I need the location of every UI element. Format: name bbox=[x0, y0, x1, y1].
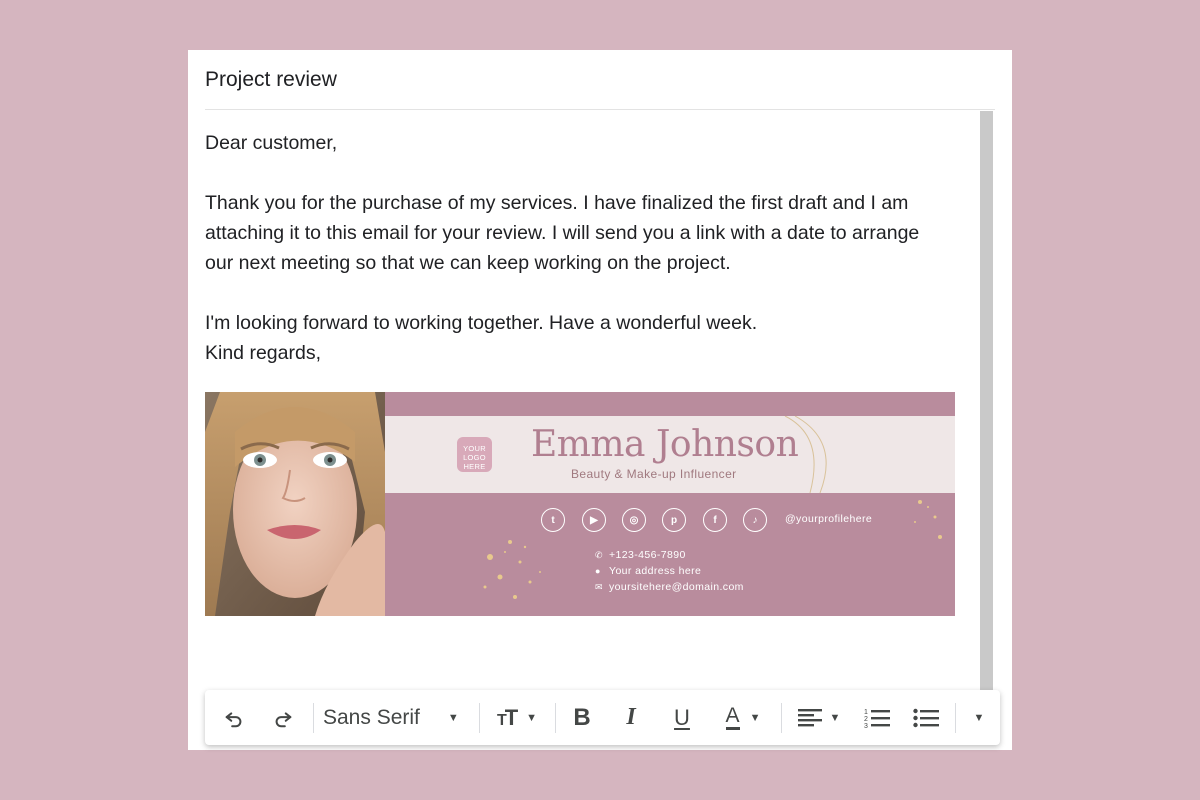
address-text: Your address here bbox=[609, 565, 702, 577]
bold-icon[interactable]: B bbox=[567, 690, 597, 745]
portrait-photo bbox=[205, 392, 385, 616]
body-line-2: attaching it to this email for your revi… bbox=[205, 222, 920, 244]
message-body[interactable]: Dear customer, Thank you for the purchas… bbox=[205, 128, 965, 368]
pinterest-icon[interactable]: p bbox=[662, 508, 686, 532]
closing: Kind regards, bbox=[205, 342, 321, 364]
signature-header-strip: YOUR LOGO HERE Emma Johnson Beauty & Mak… bbox=[385, 416, 955, 493]
chevron-down-icon: ▼ bbox=[526, 711, 538, 724]
gold-speckles-left bbox=[483, 540, 541, 599]
align-button[interactable]: ▼ bbox=[791, 690, 847, 745]
signature-name: Emma Johnson bbox=[531, 424, 799, 465]
chevron-down-icon: ▼ bbox=[829, 711, 841, 724]
greeting: Dear customer, bbox=[205, 132, 338, 154]
toolbar-divider bbox=[479, 703, 480, 733]
social-handle[interactable]: @yourprofilehere bbox=[785, 513, 872, 525]
body-line-3: our next meeting so that we can keep wor… bbox=[205, 252, 731, 274]
svg-text:2: 2 bbox=[864, 716, 868, 723]
toolbar-divider bbox=[313, 703, 314, 733]
body-line-1: Thank you for the purchase of my service… bbox=[205, 192, 909, 214]
gold-speckles-right bbox=[914, 500, 942, 539]
numbered-list-icon[interactable]: 1 2 3 bbox=[862, 690, 892, 745]
twitter-icon[interactable]: t bbox=[541, 508, 565, 532]
location-pin-icon: ● bbox=[595, 566, 601, 576]
underline-icon[interactable]: U bbox=[667, 690, 697, 745]
chevron-down-icon: ▼ bbox=[749, 711, 761, 724]
font-family-select[interactable]: Sans Serif ▼ bbox=[323, 690, 473, 745]
body-line-4: I'm looking forward to working together.… bbox=[205, 312, 758, 334]
align-icon bbox=[797, 708, 822, 726]
more-options-icon[interactable]: ▼ bbox=[965, 690, 993, 745]
undo-icon[interactable] bbox=[217, 690, 251, 745]
youtube-icon[interactable]: ▶ bbox=[582, 508, 606, 532]
phone-icon: ✆ bbox=[595, 550, 603, 560]
italic-icon[interactable]: I bbox=[616, 690, 646, 745]
email-signature-banner: YOUR LOGO HERE Emma Johnson Beauty & Mak… bbox=[205, 392, 955, 616]
toolbar-divider bbox=[955, 703, 956, 733]
signature-content: YOUR LOGO HERE Emma Johnson Beauty & Mak… bbox=[385, 392, 955, 616]
bulleted-list-icon[interactable] bbox=[911, 690, 941, 745]
chevron-down-icon: ▼ bbox=[447, 711, 459, 724]
contact-website: ✉ yoursitehere@domain.com bbox=[595, 581, 744, 593]
website-text: yoursitehere@domain.com bbox=[609, 581, 744, 593]
logo-text-line-2: LOGO bbox=[463, 453, 486, 462]
scrollbar[interactable] bbox=[980, 111, 993, 690]
svg-text:3: 3 bbox=[864, 723, 868, 729]
logo-text-line-3: HERE bbox=[463, 462, 486, 471]
facebook-icon[interactable]: f bbox=[703, 508, 727, 532]
formatting-toolbar: Sans Serif ▼ TT ▼ B I U A ▼ ▼ 1 2 3 ▼ bbox=[205, 690, 1000, 745]
text-size-button[interactable]: TT ▼ bbox=[489, 690, 545, 745]
logo-text-line-1: YOUR bbox=[463, 444, 486, 453]
mail-icon: ✉ bbox=[595, 582, 603, 592]
toolbar-divider bbox=[555, 703, 556, 733]
text-color-button[interactable]: A ▼ bbox=[715, 690, 771, 745]
instagram-icon[interactable]: ◎ bbox=[622, 508, 646, 532]
phone-text: +123-456-7890 bbox=[609, 549, 686, 561]
compose-window: Project review Dear customer, Thank you … bbox=[188, 50, 1012, 750]
contact-phone: ✆ +123-456-7890 bbox=[595, 549, 686, 561]
contact-address: ● Your address here bbox=[595, 565, 701, 577]
decorative-line-art bbox=[784, 416, 827, 493]
text-size-icon: TT bbox=[496, 704, 518, 730]
redo-icon[interactable] bbox=[266, 690, 300, 745]
svg-text:1: 1 bbox=[864, 709, 868, 716]
text-color-icon: A bbox=[725, 705, 740, 730]
subject-field[interactable]: Project review bbox=[205, 50, 995, 110]
signature-role: Beauty & Make-up Influencer bbox=[571, 467, 737, 481]
toolbar-divider bbox=[781, 703, 782, 733]
font-family-label: Sans Serif bbox=[323, 705, 420, 729]
logo-placeholder: YOUR LOGO HERE bbox=[457, 437, 492, 472]
tiktok-icon[interactable]: ♪ bbox=[743, 508, 767, 532]
